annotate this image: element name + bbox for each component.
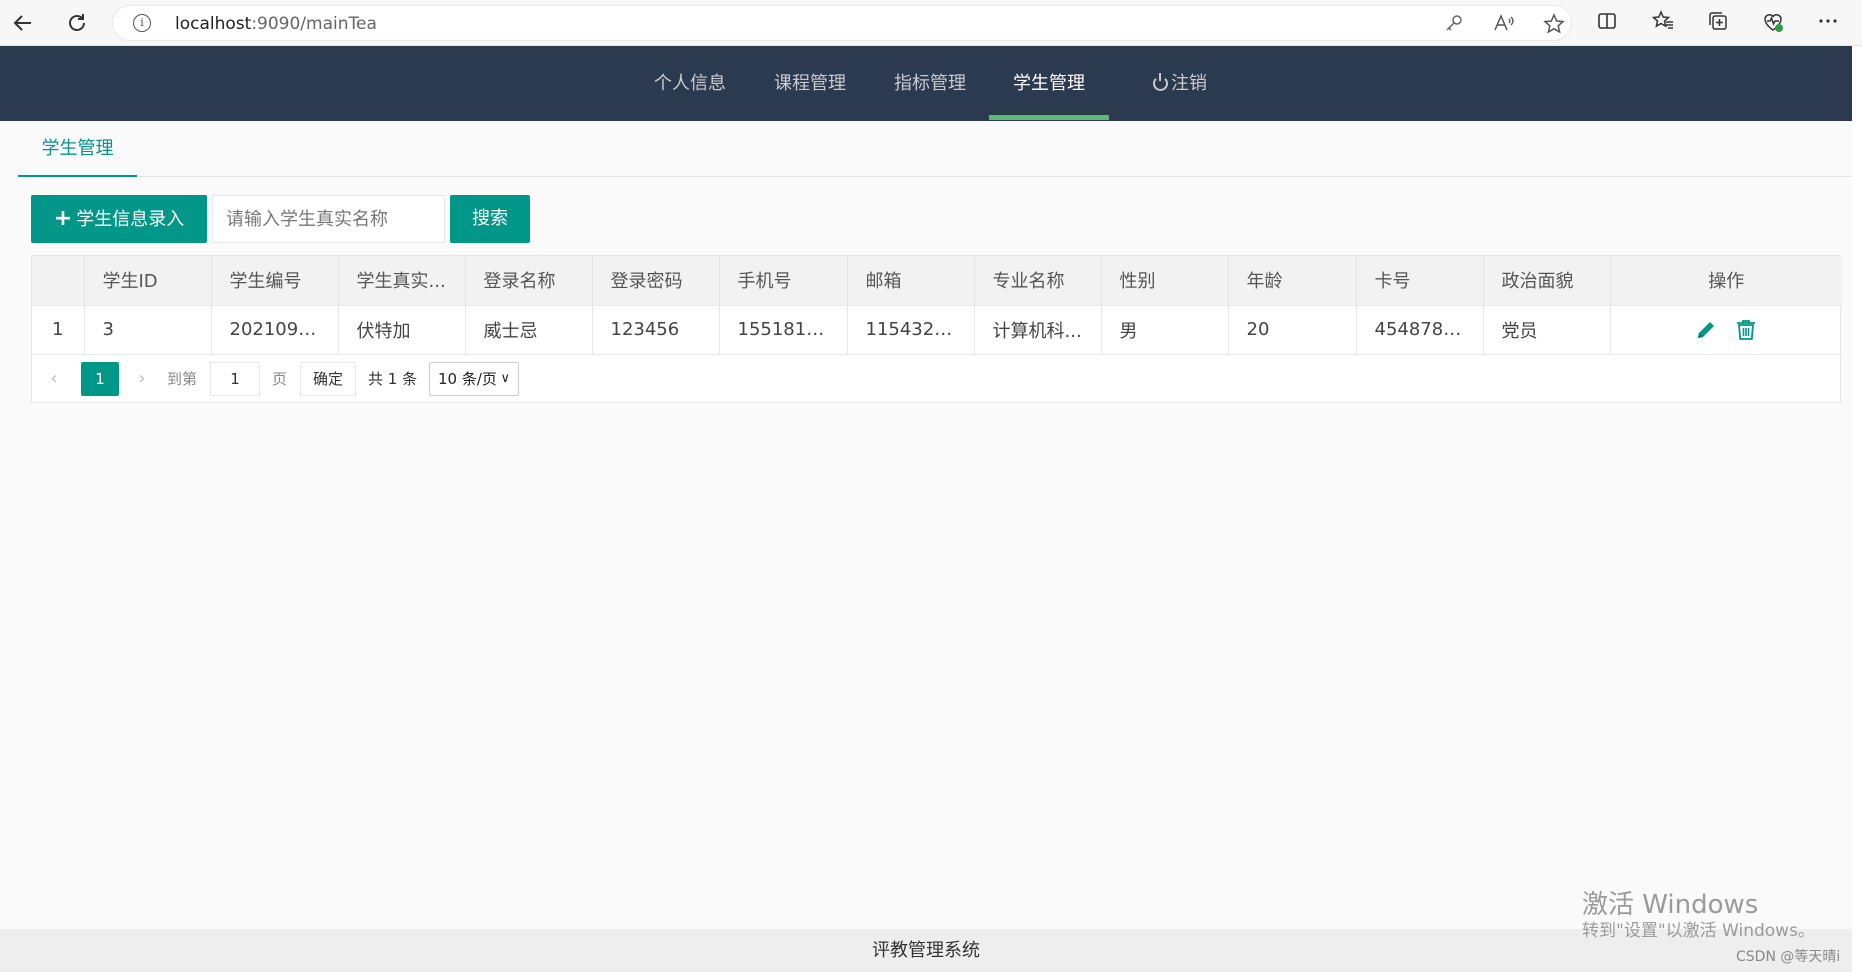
site-info-icon[interactable]: i (133, 14, 151, 32)
page-size-value: 10 条/页 (438, 370, 497, 388)
header-card-no: 卡号 (1356, 256, 1484, 306)
header-gender: 性别 (1101, 256, 1229, 306)
footer: 评教管理系统 (0, 929, 1852, 972)
prev-page-chevron-icon[interactable]: ‹ (44, 367, 64, 391)
cell-student-id: 3 (84, 305, 212, 355)
page-edge (1852, 46, 1862, 972)
goto-confirm-button[interactable]: 确定 (300, 362, 356, 396)
goto-page-input[interactable]: 1 (210, 362, 260, 396)
goto-label: 到第 (167, 370, 198, 388)
plus-icon: + (53, 206, 73, 231)
cell-login-password: 123456 (592, 305, 720, 355)
cell-political-status: 党员 (1483, 305, 1611, 355)
search-button[interactable]: 搜索 (450, 195, 530, 243)
url-text: localhost:9090/mainTea (175, 14, 377, 34)
nav-indicator-management[interactable]: 指标管理 (885, 46, 975, 121)
cell-major: 计算机科... (974, 305, 1102, 355)
collections-icon[interactable] (1705, 10, 1731, 36)
cell-real-name: 伏特加 (338, 305, 466, 355)
cell-card-no: 4548789... (1356, 305, 1484, 355)
nav-student-management[interactable]: 学生管理 (989, 46, 1109, 121)
nav-active-indicator (989, 115, 1109, 120)
student-table: 学生ID 学生编号 学生真实... 登录名称 登录密码 手机号 邮箱 专业名称 … (31, 255, 1842, 403)
header-login-password: 登录密码 (592, 256, 720, 306)
header-login-name: 登录名称 (465, 256, 593, 306)
header-real-name: 学生真实... (338, 256, 466, 306)
tab-bar: 学生管理 (18, 121, 1852, 177)
header-actions: 操作 (1610, 256, 1842, 306)
header-student-id: 学生ID (84, 256, 212, 306)
cell-phone: 1551816... (719, 305, 848, 355)
edit-pencil-icon[interactable] (1694, 318, 1718, 342)
nav-logout-label: 注销 (1171, 73, 1207, 94)
split-screen-icon[interactable] (1594, 10, 1620, 36)
total-count: 共 1 条 (368, 370, 418, 388)
more-menu-icon[interactable] (1815, 10, 1841, 36)
add-student-label: 学生信息录入 (76, 209, 185, 230)
cell-student-no: 2021090... (211, 305, 339, 355)
cell-gender: 男 (1101, 305, 1229, 355)
cell-age: 20 (1228, 305, 1357, 355)
cell-login-name: 威士忌 (465, 305, 593, 355)
power-icon (1153, 73, 1168, 91)
cell-email: 1154320... (847, 305, 975, 355)
header-major: 专业名称 (974, 256, 1102, 306)
page-1-button[interactable]: 1 (81, 362, 119, 396)
favorite-star-icon[interactable] (1543, 13, 1565, 35)
nav-logout[interactable]: 注销 (1130, 46, 1230, 121)
header-political-status: 政治面貌 (1483, 256, 1611, 306)
header-age: 年龄 (1228, 256, 1357, 306)
tab-student-management[interactable]: 学生管理 (18, 121, 137, 177)
header-email: 邮箱 (847, 256, 975, 306)
back-arrow-icon[interactable] (8, 8, 38, 38)
page-unit-label: 页 (272, 370, 288, 388)
add-student-button[interactable]: + 学生信息录入 (31, 195, 207, 243)
address-bar[interactable]: i localhost:9090/mainTea (112, 5, 1572, 41)
browser-essentials-icon[interactable] (1760, 10, 1786, 36)
student-name-search-input[interactable] (212, 195, 445, 243)
table-header-row: 学生ID 学生编号 学生真实... 登录名称 登录密码 手机号 邮箱 专业名称 … (32, 256, 1842, 306)
chevron-down-icon: ∨ (500, 371, 510, 386)
nav-personal-info[interactable]: 个人信息 (645, 46, 735, 121)
csdn-watermark: CSDN @等天晴i (1736, 949, 1841, 965)
browser-toolbar: i localhost:9090/mainTea (0, 0, 1862, 46)
app-header: 个人信息 课程管理 指标管理 学生管理 注销 (0, 46, 1852, 121)
nav-course-management[interactable]: 课程管理 (765, 46, 855, 121)
delete-trash-icon[interactable] (1734, 318, 1758, 342)
windows-activation-subtitle: 转到"设置"以激活 Windows。 (1582, 921, 1815, 941)
cell-actions (1610, 305, 1842, 355)
header-student-no: 学生编号 (211, 256, 339, 306)
header-index (32, 256, 85, 306)
reload-icon[interactable] (62, 8, 92, 38)
read-aloud-icon[interactable] (1493, 13, 1515, 35)
cell-index: 1 (32, 305, 85, 355)
header-phone: 手机号 (719, 256, 848, 306)
password-key-icon[interactable] (1443, 13, 1465, 35)
table-row: 1 3 2021090... 伏特加 威士忌 123456 1551816...… (32, 305, 1842, 355)
pagination: ‹ 1 › 到第 1 页 确定 共 1 条 10 条/页 ∨ (32, 356, 1840, 402)
page-size-select[interactable]: 10 条/页 ∨ (429, 362, 519, 396)
favorites-icon[interactable] (1650, 10, 1676, 36)
next-page-chevron-icon[interactable]: › (132, 367, 152, 391)
